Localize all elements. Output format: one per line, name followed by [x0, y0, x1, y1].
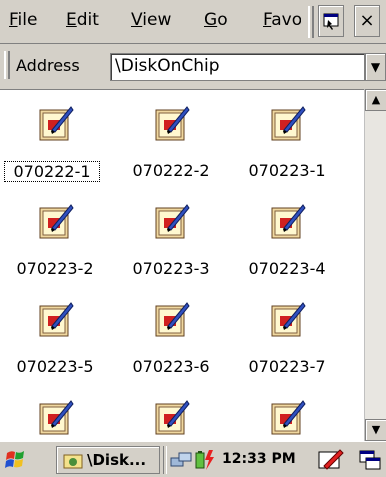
paint-image-icon [155, 204, 190, 239]
menu-edit[interactable]: Edit [66, 10, 99, 30]
arrow-up-icon: ▲ [371, 93, 381, 106]
address-label: Address [16, 56, 80, 75]
paint-image-icon [39, 204, 74, 239]
file-item-label: 070223-4 [248, 259, 326, 278]
close-button[interactable]: × [354, 5, 380, 37]
file-item-label: 070223-3 [132, 259, 210, 278]
menu-view[interactable]: View [131, 10, 171, 30]
file-item[interactable] [116, 398, 226, 441]
file-item[interactable] [232, 398, 342, 441]
file-item[interactable]: 070223-1 [232, 104, 342, 200]
folder-icon [63, 454, 83, 469]
file-item-label: 070223-5 [16, 357, 94, 376]
paint-image-icon [39, 302, 74, 337]
address-bar: Address \DiskOnChip ▼ [0, 45, 386, 89]
file-item[interactable]: 070222-2 [116, 104, 226, 200]
chevron-down-icon: ▼ [370, 60, 381, 74]
tray-separator [163, 446, 167, 474]
taskbar-explorer-label: \Disk... [87, 451, 147, 469]
file-item-label: 070223-1 [248, 161, 326, 180]
file-item[interactable]: 070223-7 [232, 300, 342, 396]
windows-flag-icon [5, 451, 24, 468]
paint-image-icon [155, 400, 190, 435]
properties-icon [323, 13, 339, 30]
address-dropdown-button[interactable]: ▼ [365, 53, 386, 81]
battery-power-icon[interactable] [194, 448, 216, 472]
desktop-icon[interactable] [358, 448, 382, 472]
file-item-label: 070223-6 [132, 357, 210, 376]
menu-bar: File Edit View Go Favorites × [0, 0, 386, 44]
file-item[interactable]: 070223-3 [116, 202, 226, 298]
file-item-label: 070222-1 [4, 161, 100, 182]
paint-image-icon [271, 204, 306, 239]
file-item[interactable]: 070223-2 [0, 202, 110, 298]
file-item[interactable] [0, 398, 110, 441]
close-icon: × [359, 10, 375, 31]
taskbar: \Disk... 12:33 PM [0, 441, 386, 477]
menu-file[interactable]: File [9, 10, 37, 30]
file-item[interactable]: 070223-4 [232, 202, 342, 298]
address-grip[interactable] [4, 51, 10, 79]
paint-image-icon [155, 106, 190, 141]
taskbar-explorer-button[interactable]: \Disk... [56, 446, 160, 474]
file-item-label: 070223-2 [16, 259, 94, 278]
file-item[interactable]: 070223-6 [116, 300, 226, 396]
file-item[interactable]: 070222-1 [0, 104, 110, 200]
paint-image-icon [39, 400, 74, 435]
paint-image-icon [39, 106, 74, 141]
paint-image-icon [271, 302, 306, 337]
toolbar-grip[interactable] [308, 6, 314, 38]
scroll-up-button[interactable]: ▲ [365, 89, 386, 111]
address-input[interactable]: \DiskOnChip [110, 53, 365, 81]
start-button[interactable] [4, 447, 28, 473]
vertical-scrollbar[interactable]: ▲ ▼ [364, 89, 386, 441]
clock[interactable]: 12:33 PM [222, 451, 296, 467]
network-icon[interactable] [170, 450, 192, 470]
paint-image-icon [271, 106, 306, 141]
properties-button[interactable] [318, 5, 344, 37]
arrow-down-icon: ▼ [371, 423, 381, 436]
paint-image-icon [155, 302, 190, 337]
paint-image-icon [271, 400, 306, 435]
file-item-label: 070222-2 [132, 161, 210, 180]
menu-favorites[interactable]: Favorites [263, 10, 301, 30]
file-list[interactable]: 070222-1 070222-2 070223-1 070223-2 070223-3… [0, 89, 364, 441]
file-item[interactable]: 070223-5 [0, 300, 110, 396]
file-item-label: 070223-7 [248, 357, 326, 376]
scroll-down-button[interactable]: ▼ [365, 419, 386, 441]
menu-go[interactable]: Go [204, 10, 228, 30]
input-panel-icon[interactable] [318, 448, 344, 472]
